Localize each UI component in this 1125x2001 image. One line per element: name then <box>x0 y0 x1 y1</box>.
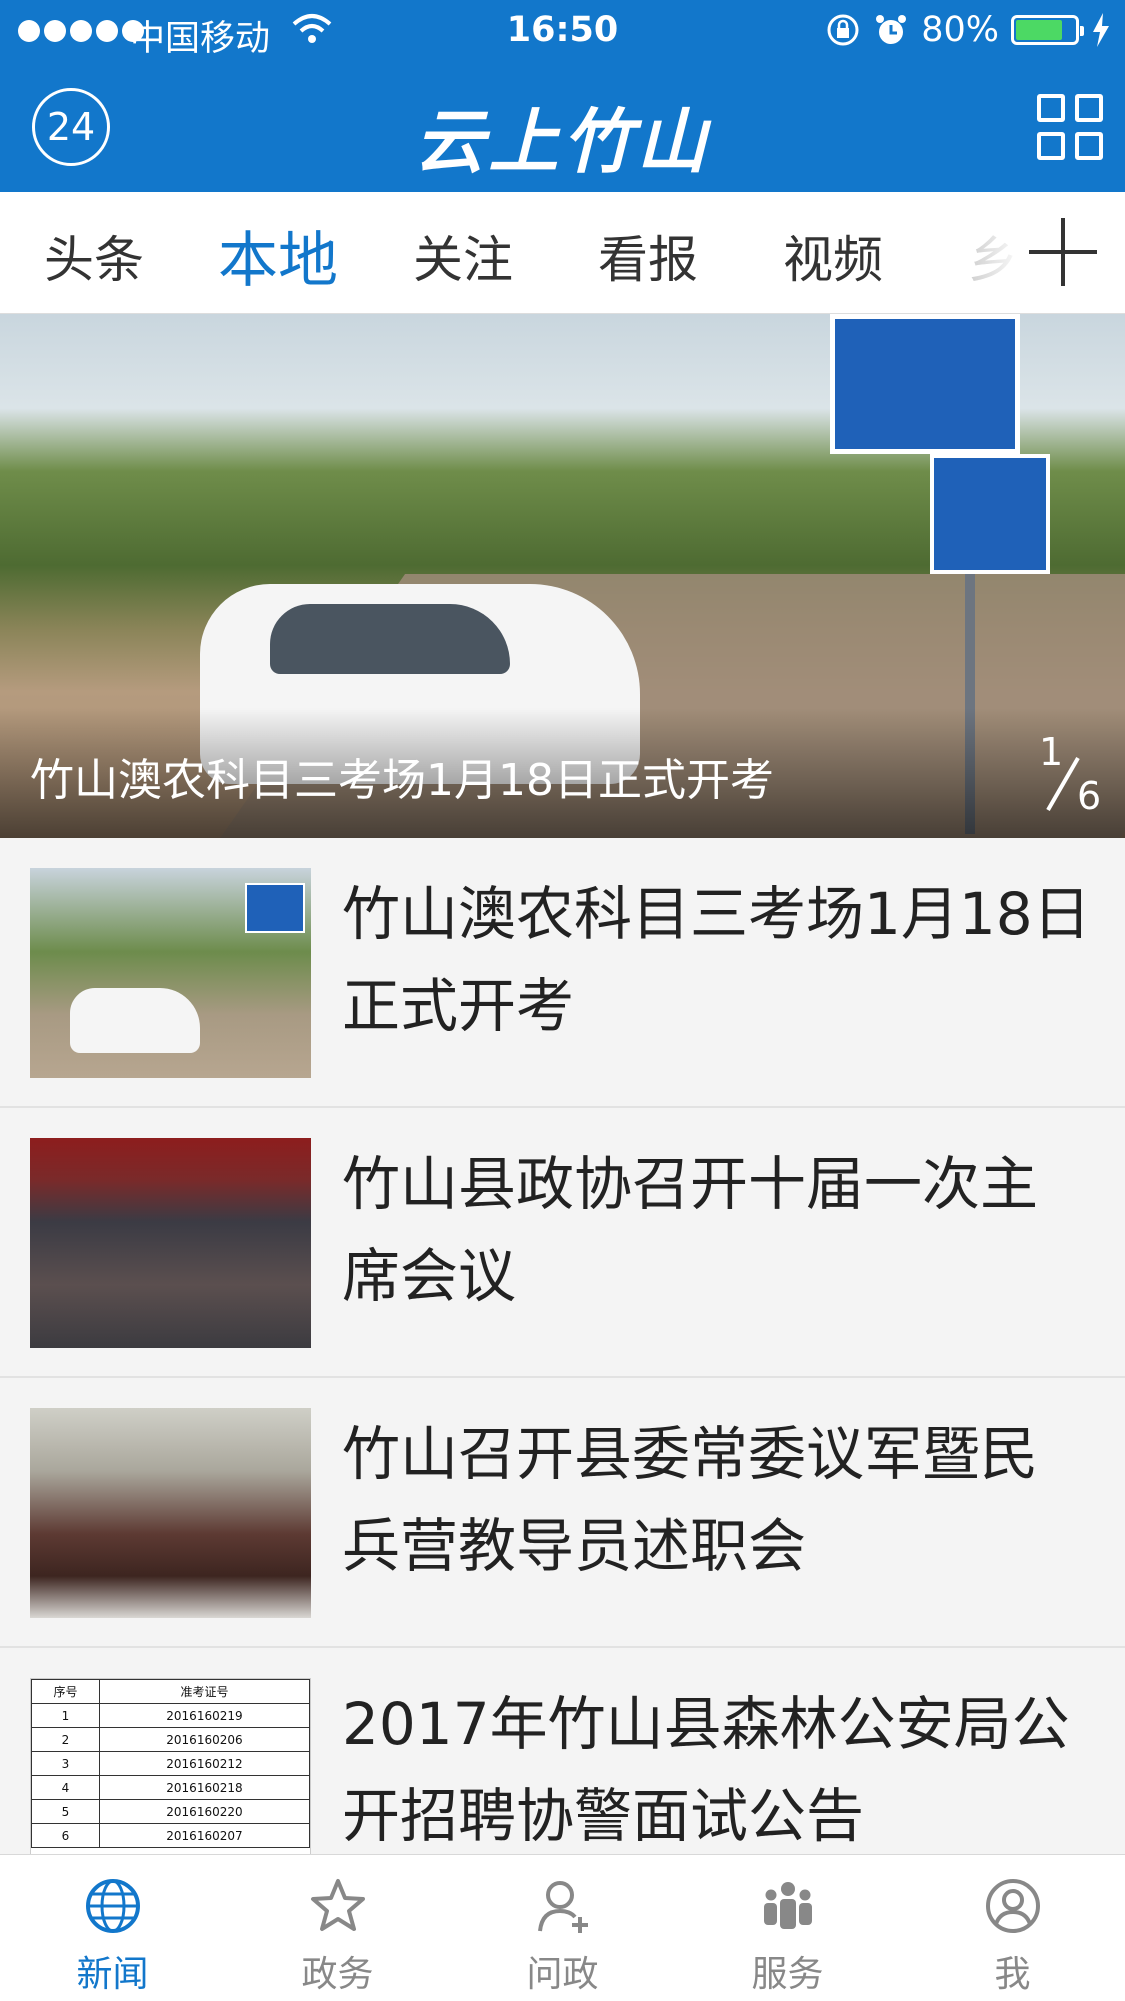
news-thumbnail: 序号 准考证号 1 2016160219 2 2016160206 3 2016160… <box>30 1678 311 1854</box>
grid-menu-icon[interactable] <box>1037 94 1103 160</box>
table-cell: 4 <box>31 1775 100 1800</box>
table-row: 1 2016160219 <box>31 1703 310 1728</box>
table-cell: 2016160218 <box>98 1775 310 1800</box>
nav-news-label: 新闻 <box>76 1954 149 1995</box>
battery-percent: 80% <box>921 10 999 50</box>
nav-government[interactable]: 政务 <box>225 1855 450 2001</box>
tab-guanzhu[interactable]: 关注 <box>413 220 513 292</box>
app-logo: 云上竹山 <box>414 101 711 183</box>
table-row: 5 2016160220 <box>31 1799 310 1824</box>
charging-icon <box>1093 13 1109 47</box>
hero-caption: 竹山澳农科目三考场1月18日正式开考 <box>30 755 774 806</box>
news-item[interactable]: 序号 准考证号 1 2016160219 2 2016160206 3 2016160… <box>0 1648 1125 1854</box>
table-cell: 2016160219 <box>98 1703 310 1728</box>
table-row: 6 2016160207 <box>31 1823 310 1848</box>
news-item[interactable]: 竹山县政协召开十届一次主席会议 <box>0 1108 1125 1378</box>
person-add-icon <box>538 1881 588 1933</box>
hero-car-window <box>270 604 510 674</box>
table-cell: 2016160212 <box>98 1751 310 1776</box>
tab-shipin[interactable]: 视频 <box>783 220 883 292</box>
tab-kanbao[interactable]: 看报 <box>598 220 698 292</box>
exam-number-table: 序号 准考证号 1 2016160219 2 2016160206 3 2016160… <box>31 1679 310 1848</box>
nav-inquiry-label: 问政 <box>526 1954 599 1995</box>
bottom-nav: 新闻 政务 问政 服务 我 <box>0 1854 1125 2001</box>
table-row: 4 2016160218 <box>31 1775 310 1800</box>
carousel-pager: 1 6 <box>1031 730 1111 820</box>
hero-carousel[interactable]: 竹山澳农科目三考场1月18日正式开考 1 6 <box>0 314 1125 838</box>
table-row: 2 2016160206 <box>31 1727 310 1752</box>
status-right: 80% <box>825 10 1111 50</box>
tab-toutiao[interactable]: 头条 <box>44 220 144 292</box>
globe-icon <box>86 1879 140 1933</box>
news-thumbnail <box>30 868 311 1078</box>
table-cell: 5 <box>31 1799 100 1824</box>
table-cell: 2016160220 <box>98 1799 310 1824</box>
table-header: 准考证号 <box>98 1679 310 1704</box>
news-title: 竹山县政协召开十届一次主席会议 <box>342 1150 1039 1310</box>
table-cell: 2016160207 <box>98 1823 310 1848</box>
battery-icon <box>1011 15 1084 45</box>
status-bar: 中国移动 16:50 80% <box>0 0 1125 62</box>
news-title: 竹山召开县委常委议军暨民兵营教导员述职会 <box>342 1420 1039 1580</box>
table-cell: 6 <box>31 1823 100 1848</box>
news-item[interactable]: 竹山澳农科目三考场1月18日正式开考 <box>0 838 1125 1108</box>
table-cell: 2 <box>31 1727 100 1752</box>
hero-road-sign-small <box>930 454 1050 574</box>
tab-fade <box>965 192 1025 312</box>
alarm-icon <box>876 15 907 44</box>
table-row: 3 2016160212 <box>31 1751 310 1776</box>
news-title: 2017年竹山县森林公安局公开招聘协警面试公告 <box>342 1690 1070 1850</box>
nav-services-label: 服务 <box>751 1954 824 1995</box>
tab-bendi[interactable]: 本地 <box>218 212 338 299</box>
table-cell: 2016160206 <box>98 1727 310 1752</box>
news-list: 竹山澳农科目三考场1月18日正式开考 竹山县政协召开十届一次主席会议 竹山召开县… <box>0 838 1125 1854</box>
top-bar: 中国移动 16:50 80% 24 云上竹山 <box>0 0 1125 192</box>
table-header: 序号 <box>31 1679 100 1704</box>
nav-me-label: 我 <box>994 1954 1031 1995</box>
news-thumbnail <box>30 1138 311 1348</box>
news-thumbnail <box>30 1408 311 1618</box>
table-cell: 1 <box>31 1703 100 1728</box>
hero-road-sign <box>830 314 1020 454</box>
add-channel-icon[interactable] <box>1023 212 1103 292</box>
table-cell: 3 <box>31 1751 100 1776</box>
news-item[interactable]: 竹山召开县委常委议军暨民兵营教导员述职会 <box>0 1378 1125 1648</box>
user-circle-icon <box>986 1879 1040 1933</box>
nav-inquiry[interactable]: 问政 <box>450 1855 675 2001</box>
pager-current: 1 <box>1039 730 1064 774</box>
nav-news[interactable]: 新闻 <box>0 1855 225 2001</box>
nav-government-label: 政务 <box>301 1954 374 1995</box>
star-icon <box>311 1879 365 1931</box>
nav-me[interactable]: 我 <box>900 1855 1125 2001</box>
rotation-lock-icon <box>827 14 859 46</box>
channel-tabs: 头条 本地 关注 看报 视频 乡 <box>0 192 1125 314</box>
nav-services[interactable]: 服务 <box>675 1855 900 2001</box>
news-title: 竹山澳农科目三考场1月18日正式开考 <box>342 880 1091 1040</box>
group-icon <box>764 1882 812 1929</box>
pager-total: 6 <box>1077 774 1102 818</box>
